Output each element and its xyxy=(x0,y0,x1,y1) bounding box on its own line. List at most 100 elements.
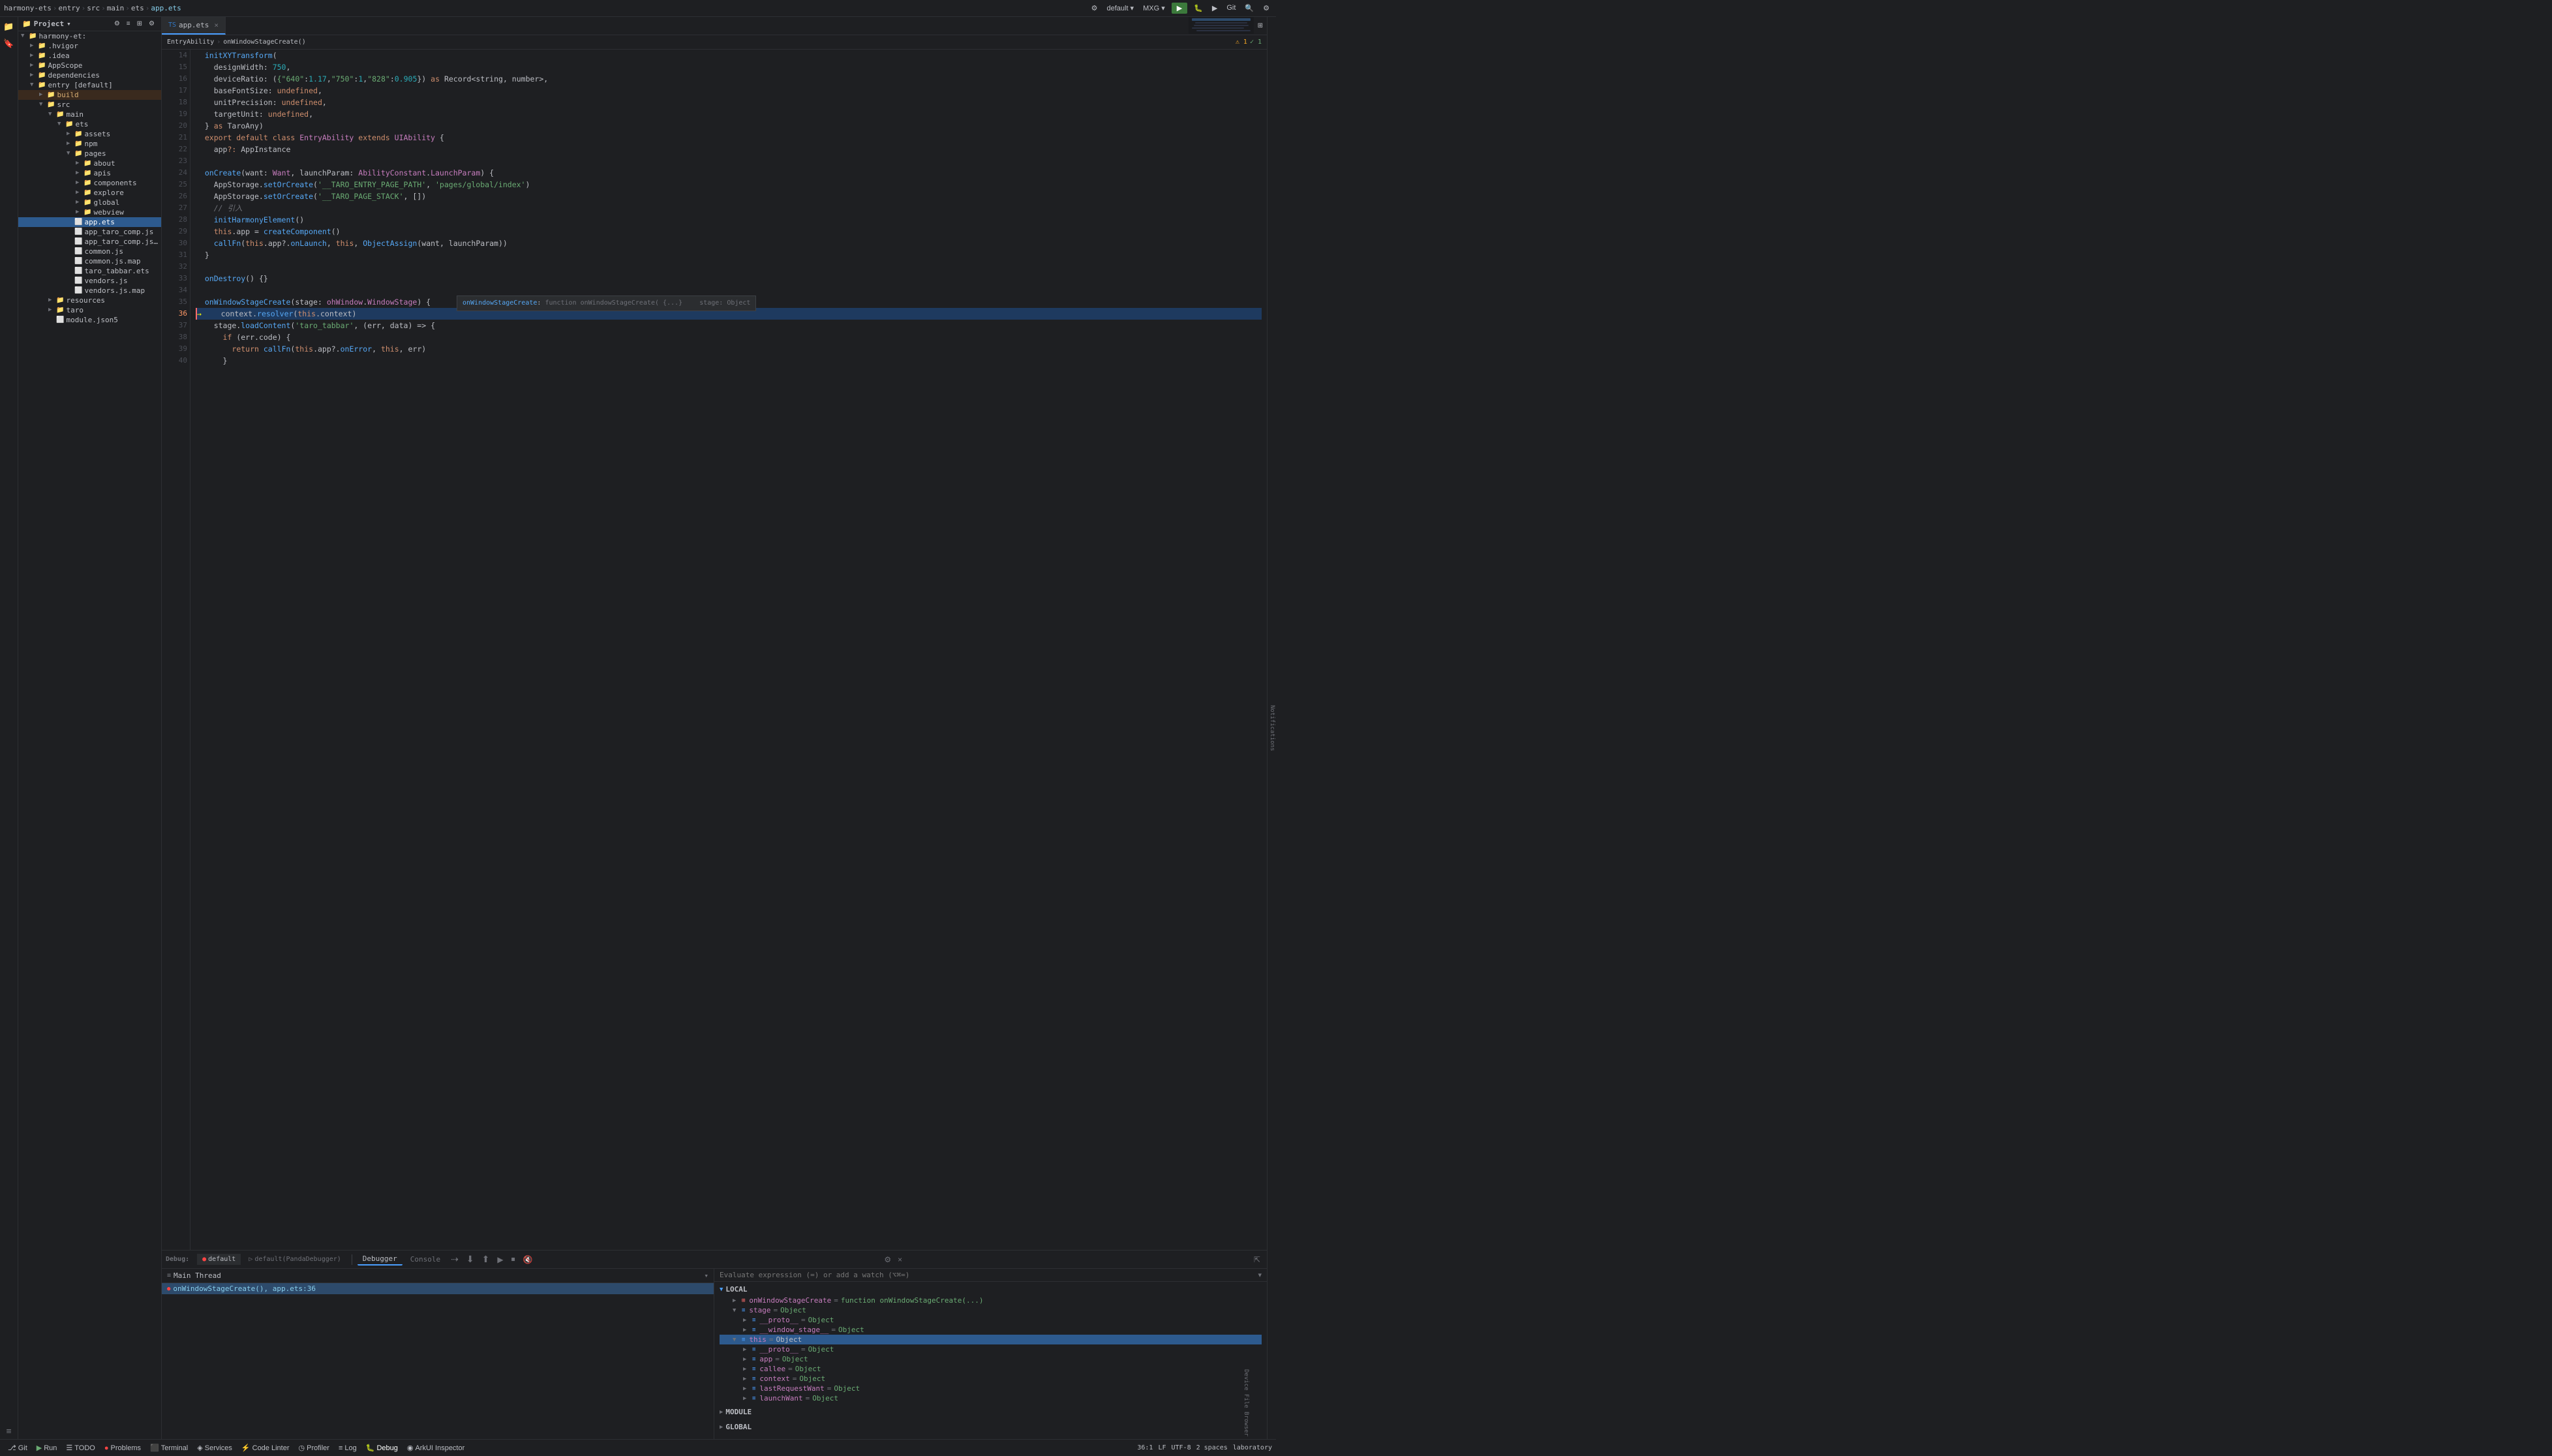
bc-main[interactable]: main xyxy=(107,4,125,12)
debug-tab-debugger[interactable]: Debugger xyxy=(357,1253,403,1266)
bookmarks-icon[interactable]: 🔖 xyxy=(1,37,17,52)
var-item-this[interactable]: ▼ ≡ this = Object xyxy=(720,1335,1262,1344)
tree-item-npm[interactable]: ▶ 📁 npm xyxy=(18,139,161,149)
tree-item-main[interactable]: ▼ 📁 main xyxy=(18,110,161,119)
tree-item-appscope[interactable]: ▶ 📁 AppScope xyxy=(18,61,161,70)
thread-selector[interactable]: ≡ Main Thread ▾ xyxy=(162,1269,714,1283)
var-item[interactable]: ▶ ≡ __proto__ = Object xyxy=(720,1344,1262,1354)
tree-item-taro-tabbar[interactable]: ⬜ taro_tabbar.ets xyxy=(18,266,161,276)
position-indicator[interactable]: 36:1 xyxy=(1137,1444,1153,1451)
module-section-header[interactable]: ▶ MODULE xyxy=(720,1406,1262,1418)
tree-item-assets[interactable]: ▶ 📁 assets xyxy=(18,129,161,139)
var-item[interactable]: ▶ ≡ __window_stage__ = Object xyxy=(720,1325,1262,1335)
project-gear-btn[interactable]: ⚙ xyxy=(146,20,157,28)
global-settings-btn[interactable]: ⚙ xyxy=(1260,3,1272,13)
project-expand-btn[interactable]: ⊞ xyxy=(134,20,145,28)
var-item[interactable]: ▶ ⊞ onWindowStageCreate = function onWin… xyxy=(720,1296,1262,1305)
settings-btn[interactable]: ⚙ xyxy=(1089,3,1101,13)
debug-tab-console[interactable]: Console xyxy=(405,1254,446,1265)
tree-item-resources[interactable]: ▶ 📁 resources xyxy=(18,296,161,305)
tree-item-ets[interactable]: ▼ 📁 ets xyxy=(18,119,161,129)
device-file-label[interactable]: Device File Browser xyxy=(1243,1369,1249,1436)
debug-config2-tab[interactable]: ▷ default(PandaDebugger) xyxy=(243,1254,346,1265)
debug-run-btn[interactable]: 🐛 xyxy=(1191,3,1206,13)
git-btn[interactable]: ⎇ Git xyxy=(4,1442,31,1453)
tree-item-apis[interactable]: ▶ 📁 apis xyxy=(18,168,161,178)
split-editor-btn[interactable]: ⊞ xyxy=(1254,17,1267,35)
tab-app-ets[interactable]: TS app.ets × xyxy=(162,17,226,35)
structure-icon[interactable]: ≡ xyxy=(1,1423,17,1439)
mute-btn[interactable]: 🔇 xyxy=(521,1254,536,1266)
step-into-btn[interactable]: ⬇ xyxy=(464,1252,477,1266)
code-linter-btn[interactable]: ⚡ Code Linter xyxy=(237,1442,294,1453)
tree-item-common[interactable]: ⬜ common.js xyxy=(18,247,161,256)
tree-item-app-ets[interactable]: ⬜ app.ets xyxy=(18,217,161,227)
expand-debugger-btn[interactable]: ⇱ xyxy=(1251,1254,1263,1266)
charset-indicator[interactable]: UTF-8 xyxy=(1172,1444,1191,1451)
var-item[interactable]: ▶ ≡ lastRequestWant = Object xyxy=(720,1384,1262,1393)
resume-btn[interactable]: ▶ xyxy=(494,1254,506,1266)
project-dropdown[interactable]: ▾ xyxy=(67,20,71,28)
branch-indicator[interactable]: laboratory xyxy=(1233,1444,1272,1451)
debug-close-btn[interactable]: × xyxy=(895,1254,905,1266)
run-button[interactable]: ▶ xyxy=(1172,3,1187,14)
tree-item-module[interactable]: ⬜ module.json5 xyxy=(18,315,161,325)
tree-item-vendors[interactable]: ⬜ vendors.js xyxy=(18,276,161,286)
debug-btn[interactable]: 🐛 Debug xyxy=(362,1442,402,1453)
git-commit-btn[interactable]: Git xyxy=(1224,3,1238,12)
encoding-indicator[interactable]: LF xyxy=(1158,1444,1166,1451)
bc-src[interactable]: src xyxy=(87,4,100,12)
tree-item-taro[interactable]: ▶ 📁 taro xyxy=(18,305,161,315)
tree-item-entry[interactable]: ▼ 📁 entry [default] xyxy=(18,80,161,90)
tree-item-explore[interactable]: ▶ 📁 explore xyxy=(18,188,161,198)
expression-input[interactable] xyxy=(720,1271,1255,1279)
step-over-btn[interactable]: ⇢ xyxy=(448,1252,461,1266)
var-item[interactable]: ▶ ≡ launchWant = Object xyxy=(720,1393,1262,1403)
coverage-btn[interactable]: ▶ xyxy=(1209,3,1220,13)
tree-item-root[interactable]: ▼ 📁 harmony-et: xyxy=(18,31,161,41)
project-sort-btn[interactable]: ≡ xyxy=(124,20,133,28)
tree-item-hvigor[interactable]: ▶ 📁 .hvigor xyxy=(18,41,161,51)
bc-ets[interactable]: ets xyxy=(131,4,144,12)
config-btn[interactable]: default ▾ xyxy=(1104,3,1136,13)
tree-item-pages[interactable]: ▼ 📁 pages xyxy=(18,149,161,159)
tree-item-webview[interactable]: ▶ 📁 webview xyxy=(18,207,161,217)
project-icon[interactable]: 📁 xyxy=(1,20,17,35)
run-config-btn[interactable]: MXG ▾ xyxy=(1140,3,1168,13)
tree-item-app-taro-map[interactable]: ⬜ app_taro_comp.js.map xyxy=(18,237,161,247)
log-btn[interactable]: ≡ Log xyxy=(335,1443,361,1453)
tree-item-vendors-map[interactable]: ⬜ vendors.js.map xyxy=(18,286,161,296)
thread-dropdown[interactable]: ▾ xyxy=(704,1271,708,1280)
frame-item[interactable]: ● onWindowStageCreate(), app.ets:36 xyxy=(162,1283,714,1294)
code-editor[interactable]: 14 15 16 17 18 19 20 21 22 23 24 25 26 2… xyxy=(162,50,1267,1250)
breadcrumb-class[interactable]: EntryAbility xyxy=(167,38,214,46)
expression-bar[interactable]: ▾ xyxy=(714,1269,1267,1282)
project-settings-btn[interactable]: ⚙ xyxy=(112,20,123,28)
tree-item-about[interactable]: ▶ 📁 about xyxy=(18,159,161,168)
var-item[interactable]: ▶ ≡ app = Object xyxy=(720,1354,1262,1364)
notifications-label[interactable]: Notifications xyxy=(1269,705,1275,751)
debug-config-tab[interactable]: ● default xyxy=(197,1254,241,1265)
arkui-btn[interactable]: ◉ ArkUI Inspector xyxy=(403,1442,468,1453)
debug-settings-btn[interactable]: ⚙ xyxy=(881,1254,894,1266)
problems-btn[interactable]: ● Problems xyxy=(100,1443,145,1453)
global-section-header[interactable]: ▶ GLOBAL xyxy=(720,1421,1262,1433)
step-out-btn[interactable]: ⬆ xyxy=(479,1252,493,1266)
search-btn[interactable]: 🔍 xyxy=(1242,3,1256,13)
tab-close-icon[interactable]: × xyxy=(214,21,219,29)
var-item[interactable]: ▶ ≡ context = Object xyxy=(720,1374,1262,1384)
expression-dropdown[interactable]: ▾ xyxy=(1258,1271,1262,1279)
bc-entry[interactable]: entry xyxy=(58,4,80,12)
run-btn[interactable]: ▶ Run xyxy=(33,1442,61,1453)
tree-item-idea[interactable]: ▶ 📁 .idea xyxy=(18,51,161,61)
var-item[interactable]: ▶ ≡ __proto__ = Object xyxy=(720,1315,1262,1325)
todo-btn[interactable]: ☰ TODO xyxy=(62,1442,99,1453)
indent-indicator[interactable]: 2 spaces xyxy=(1196,1444,1228,1451)
local-section-header[interactable]: ▼ LOCAL xyxy=(720,1283,1262,1296)
tree-item-components[interactable]: ▶ 📁 components xyxy=(18,178,161,188)
tree-item-common-map[interactable]: ⬜ common.js.map xyxy=(18,256,161,266)
breadcrumb-method[interactable]: onWindowStageCreate() xyxy=(223,38,305,46)
tree-item-deps[interactable]: ▶ 📁 dependencies xyxy=(18,70,161,80)
profiler-btn[interactable]: ◷ Profiler xyxy=(295,1442,333,1453)
bc-file[interactable]: app.ets xyxy=(151,4,181,12)
